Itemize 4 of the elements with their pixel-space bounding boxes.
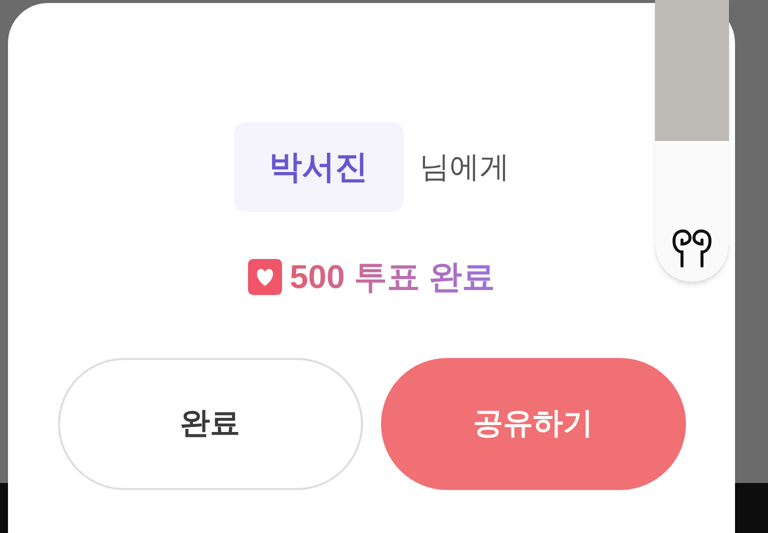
done-button[interactable]: 완료 — [58, 358, 362, 490]
recipient-name: 박서진 — [234, 122, 404, 212]
recipient-suffix: 님에게 — [420, 150, 510, 186]
volume-slider[interactable] — [655, 0, 729, 282]
